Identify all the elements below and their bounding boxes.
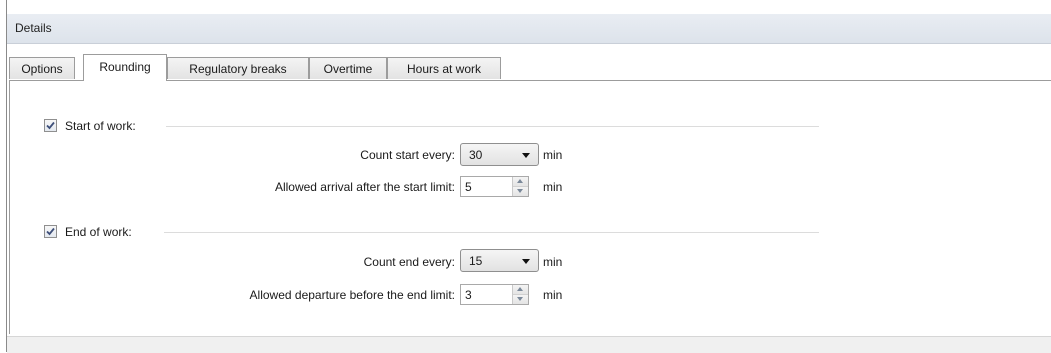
start-of-work-checkbox[interactable] bbox=[44, 119, 57, 132]
details-window: Details Options Rounding Regulatory brea… bbox=[0, 0, 1051, 353]
allowed-arrival-decrement[interactable] bbox=[513, 187, 528, 196]
window-left-border bbox=[6, 0, 7, 352]
allowed-departure-spin-buttons bbox=[512, 285, 528, 304]
end-of-work-divider bbox=[164, 232, 819, 233]
count-start-every-label: Count start every: bbox=[360, 148, 455, 162]
allowed-departure-value: 3 bbox=[465, 288, 472, 302]
tab-overtime[interactable]: Overtime bbox=[309, 57, 387, 79]
end-of-work-checkbox[interactable] bbox=[44, 225, 57, 238]
chevron-down-icon bbox=[522, 153, 530, 158]
end-of-work-group: End of work: bbox=[44, 224, 819, 240]
chevron-down-icon bbox=[522, 259, 530, 264]
tab-hours-at-work[interactable]: Hours at work bbox=[387, 57, 501, 79]
count-end-every-value: 15 bbox=[469, 254, 483, 268]
count-end-every-unit: min bbox=[543, 255, 563, 269]
allowed-arrival-spin-buttons bbox=[512, 177, 528, 196]
allowed-departure-label: Allowed departure before the end limit: bbox=[249, 288, 455, 302]
spin-down-icon bbox=[517, 189, 523, 193]
spin-up-icon bbox=[517, 179, 523, 183]
allowed-departure-spinner[interactable]: 3 bbox=[460, 284, 529, 305]
checkmark-icon bbox=[46, 121, 55, 130]
tab-options[interactable]: Options bbox=[9, 57, 75, 79]
count-start-every-value: 30 bbox=[469, 148, 483, 162]
header-title: Details bbox=[15, 21, 52, 35]
count-end-every-label: Count end every: bbox=[363, 255, 455, 269]
allowed-arrival-label: Allowed arrival after the start limit: bbox=[274, 180, 455, 194]
count-start-every-unit: min bbox=[543, 148, 563, 162]
start-of-work-label: Start of work: bbox=[65, 119, 136, 133]
allowed-arrival-value: 5 bbox=[465, 180, 472, 194]
checkmark-icon bbox=[46, 227, 55, 236]
allowed-arrival-increment[interactable] bbox=[513, 177, 528, 187]
details-header: Details bbox=[7, 14, 1051, 44]
spin-up-icon bbox=[517, 287, 523, 291]
count-end-every-dropdown[interactable]: 15 bbox=[460, 249, 539, 272]
end-of-work-label: End of work: bbox=[65, 225, 132, 239]
allowed-arrival-unit: min bbox=[543, 180, 563, 194]
count-start-every-dropdown[interactable]: 30 bbox=[460, 143, 539, 166]
tab-rounding[interactable]: Rounding bbox=[83, 54, 167, 81]
tab-regulatory-breaks[interactable]: Regulatory breaks bbox=[167, 57, 309, 79]
allowed-departure-increment[interactable] bbox=[513, 285, 528, 295]
allowed-departure-decrement[interactable] bbox=[513, 295, 528, 304]
allowed-arrival-spinner[interactable]: 5 bbox=[460, 176, 529, 197]
bottom-strip bbox=[7, 336, 1051, 353]
allowed-departure-unit: min bbox=[543, 288, 563, 302]
start-of-work-group: Start of work: bbox=[44, 118, 819, 134]
spin-down-icon bbox=[517, 297, 523, 301]
start-of-work-divider bbox=[166, 126, 819, 127]
